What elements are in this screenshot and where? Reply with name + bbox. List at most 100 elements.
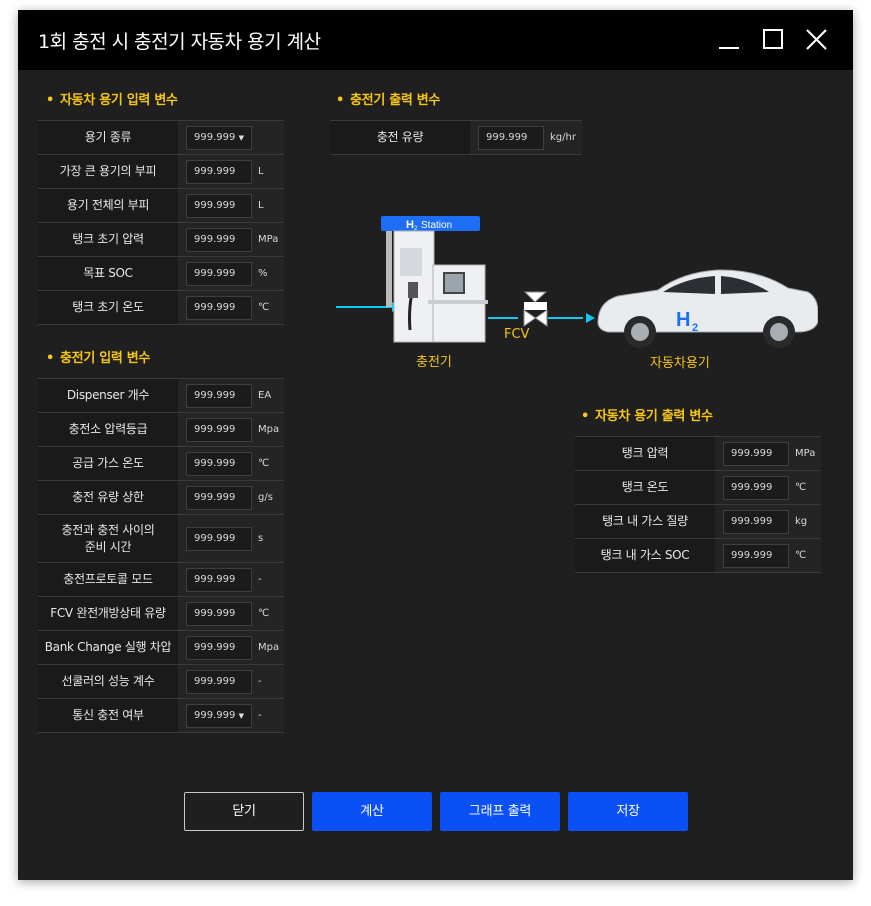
dropdown-caret-icon: ▼	[238, 133, 244, 142]
param-value: 999.999	[194, 267, 236, 279]
param-unit: L	[254, 154, 284, 189]
param-value: 999.999	[731, 481, 773, 493]
param-label: 용기 전체의 부피	[38, 188, 178, 223]
param-input[interactable]: 999.999	[186, 669, 252, 694]
close-button[interactable]: 닫기	[184, 792, 304, 831]
param-input[interactable]: 999.999	[186, 635, 252, 660]
param-value: 999.999	[194, 457, 236, 469]
param-unit: Mpa	[254, 412, 284, 447]
param-value: 999.999	[194, 532, 236, 544]
valve-stem	[524, 302, 547, 310]
car-h2-sub: 2	[692, 322, 698, 334]
param-input[interactable]: 999.999	[186, 601, 252, 626]
param-label: 충전프로토콜 모드	[38, 562, 178, 597]
param-value: 999.999	[194, 423, 236, 435]
param-label: 탱크 초기 압력	[38, 222, 178, 257]
valve-label: FCV	[504, 327, 530, 342]
param-value: 999.999	[194, 165, 236, 177]
param-row: 탱크 초기 압력 999.999 MPa	[38, 222, 284, 257]
param-value: 999.999	[731, 515, 773, 527]
param-unit: %	[254, 256, 284, 291]
param-row: 공급 가스 온도 999.999 ℃	[38, 446, 284, 481]
param-value: 999.999	[194, 709, 236, 721]
param-input[interactable]: 999.999	[186, 417, 252, 442]
dispenser-stripe	[428, 300, 488, 304]
valve-icon	[523, 309, 548, 327]
param-row: Bank Change 실행 차압 999.999 Mpa	[38, 630, 284, 665]
param-input[interactable]: 999.999	[186, 526, 252, 551]
param-select[interactable]: 999.999 ▼	[186, 125, 252, 150]
param-value: 999.999	[194, 301, 236, 313]
param-label: 충전 유량 상한	[38, 480, 178, 515]
close-icon	[806, 29, 827, 50]
param-unit: ℃	[254, 596, 284, 631]
charging-diagram: H 2 Station H 2	[336, 216, 818, 348]
param-row: 탱크 온도 999.999 ℃	[575, 470, 821, 505]
param-input[interactable]: 999.999	[186, 451, 252, 476]
param-input[interactable]: 999.999	[186, 159, 252, 184]
param-input[interactable]: 999.999	[723, 441, 789, 466]
param-unit: MPa	[791, 436, 821, 471]
graph-output-button[interactable]: 그래프 출력	[440, 792, 560, 831]
param-input[interactable]: 999.999	[186, 485, 252, 510]
charger-label: 충전기	[416, 355, 452, 370]
param-input[interactable]: 999.999	[186, 227, 252, 252]
param-input[interactable]: 999.999	[478, 125, 544, 150]
param-row: 탱크 내 가스 질량 999.999 kg	[575, 504, 821, 539]
param-row: 선쿨러의 성능 계수 999.999 -	[38, 664, 284, 699]
param-value: 999.999	[194, 491, 236, 503]
charger-output-table: 충전 유량 999.999 kg/hr	[330, 120, 582, 155]
param-input[interactable]: 999.999	[723, 509, 789, 534]
station-sign-text: Station	[421, 220, 452, 231]
car-h2-text: H	[676, 309, 690, 331]
param-value: 999.999	[194, 131, 236, 143]
param-unit: EA	[254, 378, 284, 413]
param-value: 999.999	[194, 389, 236, 401]
param-unit: -	[254, 698, 284, 733]
param-value: 999.999	[194, 607, 236, 619]
param-value: 999.999	[194, 641, 236, 653]
param-unit: -	[254, 664, 284, 699]
param-label: FCV 완전개방상태 유량	[38, 596, 178, 631]
car-label: 자동차용기	[650, 356, 710, 371]
param-label: 탱크 온도	[575, 470, 715, 505]
param-unit: Mpa	[254, 630, 284, 665]
calculator-window: 1회 충전 시 충전기 자동차 용기 계산 • 자동차 용기 입력 변수 용기 종…	[18, 10, 853, 880]
minimize-button[interactable]	[715, 26, 745, 56]
param-unit	[254, 120, 284, 155]
param-row: 탱크 압력 999.999 MPa	[575, 436, 821, 471]
param-row: FCV 완전개방상태 유량 999.999 ℃	[38, 596, 284, 631]
param-unit: s	[254, 514, 284, 563]
param-row: 충전소 압력등급 999.999 Mpa	[38, 412, 284, 447]
save-button[interactable]: 저장	[568, 792, 688, 831]
maximize-button[interactable]	[758, 26, 788, 56]
close-window-button[interactable]	[802, 26, 832, 56]
param-row: 탱크 내 가스 SOC 999.999 ℃	[575, 538, 821, 573]
param-label: 탱크 내 가스 질량	[575, 504, 715, 539]
vehicle-input-table: 용기 종류 999.999 ▼ 가장 큰 용기의 부피 999.999 L 용기 전체의 부…	[38, 120, 284, 325]
param-unit: ℃	[254, 290, 284, 325]
nozzle-icon	[408, 282, 418, 298]
vehicle-output-title: • 자동차 용기 출력 변수	[581, 409, 713, 424]
param-label: 충전과 충전 사이의 준비 시간	[38, 514, 178, 563]
param-row: 충전과 충전 사이의 준비 시간 999.999 s	[38, 514, 284, 563]
param-unit: ℃	[254, 446, 284, 481]
param-input[interactable]: 999.999	[723, 475, 789, 500]
param-unit: L	[254, 188, 284, 223]
param-input[interactable]: 999.999	[186, 383, 252, 408]
window-title: 1회 충전 시 충전기 자동차 용기 계산	[38, 31, 321, 53]
vehicle-output-table: 탱크 압력 999.999 MPa 탱크 온도 999.999 ℃ 탱크 내 가스 질량 99…	[575, 436, 821, 573]
minimize-icon	[719, 47, 739, 49]
param-row: 충전프로토콜 모드 999.999 -	[38, 562, 284, 597]
param-input[interactable]: 999.999	[186, 295, 252, 320]
param-input[interactable]: 999.999	[186, 567, 252, 592]
param-unit: MPa	[254, 222, 284, 257]
param-input[interactable]: 999.999	[723, 543, 789, 568]
param-input[interactable]: 999.999	[186, 193, 252, 218]
calculate-button[interactable]: 계산	[312, 792, 432, 831]
param-label: 탱크 압력	[575, 436, 715, 471]
param-select[interactable]: 999.999 ▼	[186, 703, 252, 728]
param-label: 공급 가스 온도	[38, 446, 178, 481]
param-input[interactable]: 999.999	[186, 261, 252, 286]
car-icon	[597, 269, 818, 348]
